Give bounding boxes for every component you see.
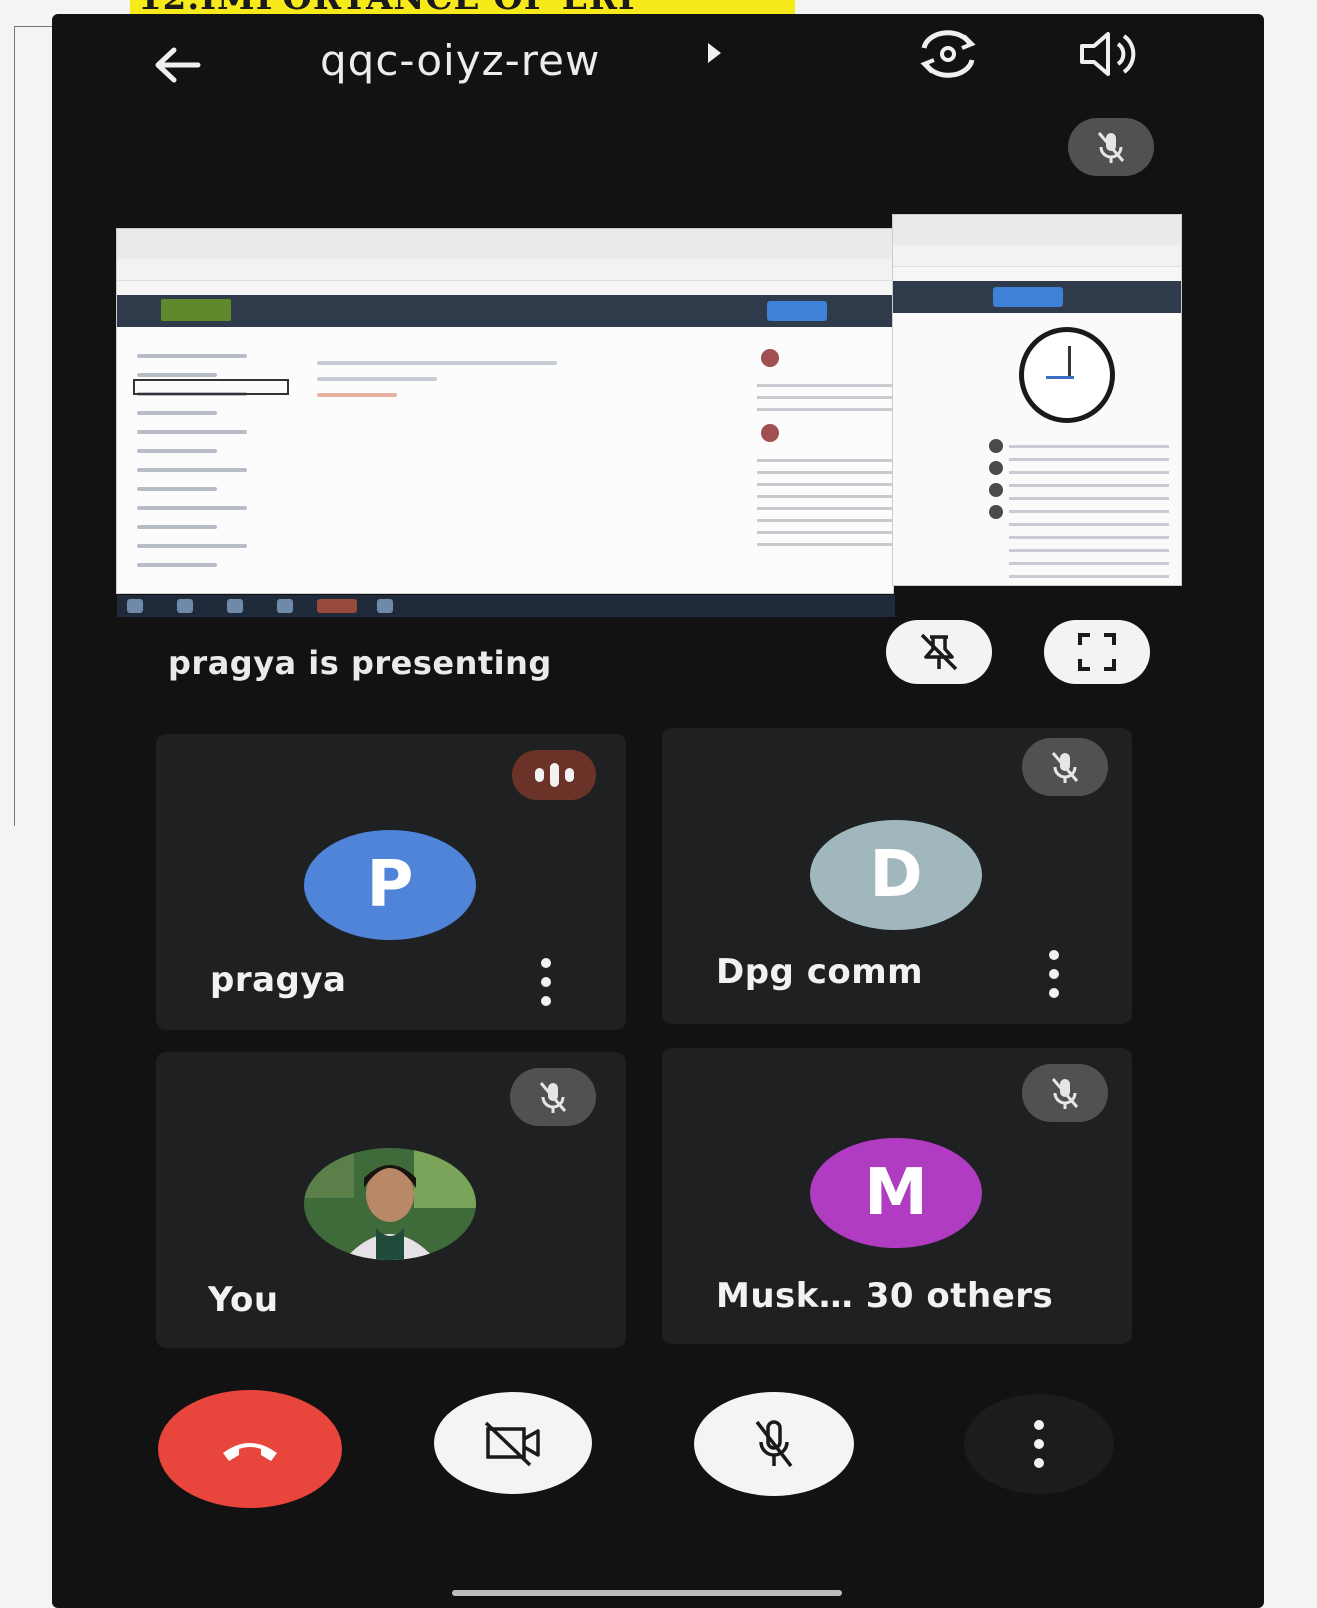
phone-hangup-icon [223, 1443, 277, 1461]
mute-badge [1022, 1064, 1108, 1122]
avatar: P [304, 830, 476, 940]
participant-name: You [208, 1280, 279, 1320]
presenter-mute-badge [1068, 118, 1154, 176]
paper-border [14, 26, 15, 826]
shared-app-header [117, 295, 893, 327]
shared-app-logo [161, 299, 231, 321]
shared-sidebar [131, 339, 291, 579]
shared-screen[interactable] [116, 214, 1182, 617]
clock-widget [1019, 327, 1115, 423]
presenting-label: pragya is presenting [168, 644, 552, 682]
more-vert-icon [1027, 1420, 1051, 1468]
shared-content [317, 349, 697, 409]
caret-right-icon[interactable] [704, 40, 724, 66]
avatar: M [810, 1138, 982, 1248]
mute-badge [510, 1068, 596, 1126]
videocam-off-icon [484, 1421, 540, 1467]
mic-off-icon [539, 1082, 567, 1113]
participant-tile-you[interactable]: You [156, 1052, 626, 1348]
arrow-left-icon[interactable] [148, 40, 208, 90]
speaker-icon[interactable] [1076, 26, 1140, 82]
mic-off-icon [755, 1420, 793, 1468]
camera-rotate-icon[interactable] [912, 26, 984, 82]
more-vert-icon[interactable] [534, 958, 558, 1006]
participant-tile-pragya[interactable]: P pragya [156, 734, 626, 1030]
shared-screen-browser [116, 228, 897, 617]
participant-name: pragya [210, 960, 347, 1000]
unpin-button[interactable] [886, 620, 992, 684]
participant-name: Musk… 30 others [716, 1276, 1054, 1316]
pin-off-icon [920, 633, 958, 671]
fullscreen-button[interactable] [1044, 620, 1150, 684]
meeting-code[interactable]: qqc-oiyz-rew [320, 36, 600, 85]
mic-off-icon [1097, 132, 1125, 163]
participant-tile-others[interactable]: M Musk… 30 others [662, 1048, 1132, 1344]
camera-toggle-button[interactable] [434, 1392, 592, 1494]
avatar-photo [304, 1148, 476, 1260]
mic-off-icon [1051, 752, 1079, 783]
meet-screen: qqc-oiyz-rew pragya is presenting P prag… [52, 14, 1264, 1608]
microphone-toggle-button[interactable] [694, 1392, 854, 1496]
shared-screen-side-window [892, 214, 1182, 586]
top-bar: qqc-oiyz-rew [52, 14, 1264, 114]
shared-panel [757, 345, 897, 555]
mic-off-icon [1051, 1078, 1079, 1109]
home-indicator[interactable] [452, 1590, 842, 1596]
participant-tile-dpg-comm[interactable]: D Dpg comm [662, 728, 1132, 1024]
more-options-button[interactable] [964, 1394, 1114, 1494]
participant-name: Dpg comm [716, 952, 924, 992]
avatar: D [810, 820, 982, 930]
shared-taskbar [117, 595, 895, 617]
end-call-button[interactable] [158, 1390, 342, 1508]
call-controls [52, 1374, 1264, 1514]
more-vert-icon[interactable] [1042, 950, 1066, 998]
mute-badge [1022, 738, 1108, 796]
speaking-indicator [512, 750, 596, 800]
fullscreen-icon [1078, 633, 1116, 671]
